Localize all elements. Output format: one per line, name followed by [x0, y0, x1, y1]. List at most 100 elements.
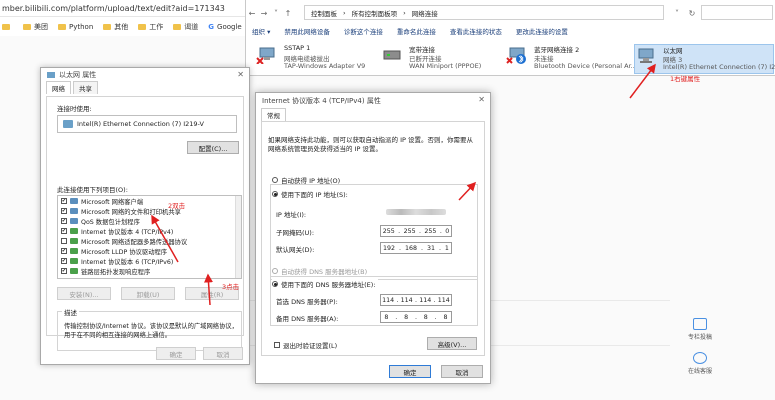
cancel-button[interactable]: 取消: [441, 365, 483, 378]
online-support-button[interactable]: 在线客服: [670, 352, 730, 375]
validate-checkbox[interactable]: 退出时验证设置(L): [274, 340, 337, 350]
bookmark-item[interactable]: [2, 23, 13, 30]
tab-strip: 网络 共享: [41, 81, 249, 94]
manual-dns-radio[interactable]: 使用下面的 DNS 服务器地址(E):: [272, 279, 378, 289]
checkbox-checked[interactable]: ✔: [61, 208, 67, 214]
forward-icon[interactable]: →: [258, 9, 270, 18]
connection-item[interactable]: 蓝牙网络连接 2 未连接 Bluetooth Device (Personal …: [506, 44, 637, 74]
configure-button[interactable]: 配置(C)...: [187, 141, 239, 154]
annotation-click: 3点击: [222, 283, 240, 291]
list-item[interactable]: ✔ Internet 协议版本 6 (TCP/IPv6): [58, 256, 241, 266]
bookmark-item[interactable]: 工作: [138, 22, 163, 32]
list-item[interactable]: ✔ Microsoft 网络客户端: [58, 196, 241, 206]
radio-unselected[interactable]: [272, 268, 278, 274]
support-icon: [693, 352, 707, 364]
refresh-icon[interactable]: ↻: [686, 9, 698, 18]
breadcrumb-item[interactable]: 网络连接: [412, 8, 438, 18]
search-input[interactable]: [701, 5, 773, 20]
connection-item-ethernet[interactable]: 以太网 网络 3 Intel(R) Ethernet Connection (7…: [634, 44, 775, 74]
advanced-button[interactable]: 高级(V)...: [427, 337, 477, 350]
folder-icon: [138, 23, 147, 30]
subnet-mask-field[interactable]: 255. 255. 255. 0: [380, 225, 452, 237]
breadcrumb[interactable]: 控制面板 › 所有控制面板项 › 网络连接: [304, 5, 664, 20]
subnet-mask-label: 子网掩码(U):: [276, 229, 315, 237]
list-item[interactable]: ✔ Microsoft 网络的文件和打印机共享: [58, 206, 241, 216]
right-panel: 专栏投稿 在线客服: [670, 300, 730, 390]
preferred-dns-field[interactable]: 114. 114. 114. 114: [380, 294, 452, 306]
list-item[interactable]: ✔ Microsoft LLDP 协议驱动程序: [58, 246, 241, 256]
connection-item[interactable]: 宽带连接 已断开连接 WAN Miniport (PPPOE): [381, 44, 501, 74]
rename-button[interactable]: 重命名此连接: [397, 26, 436, 38]
toolbar: 组织 ▾ 禁用此网络设备 诊断这个连接 重命名此连接 查看此连接的状态 更改此连…: [246, 26, 775, 38]
back-icon[interactable]: ←: [246, 9, 258, 18]
checkbox-checked[interactable]: ✔: [61, 218, 67, 224]
tab-general[interactable]: 常规: [261, 108, 286, 121]
checkbox-checked[interactable]: ✔: [61, 198, 67, 204]
close-icon[interactable]: ✕: [237, 70, 244, 79]
checkbox-unchecked[interactable]: [61, 238, 67, 244]
disable-device-button[interactable]: 禁用此网络设备: [284, 26, 330, 38]
checkbox-checked[interactable]: ✔: [61, 258, 67, 264]
list-item[interactable]: ✔ QoS 数据包计划程序: [58, 216, 241, 226]
chevron-down-icon[interactable]: ˅: [270, 9, 282, 18]
breadcrumb-item[interactable]: 控制面板: [311, 8, 337, 18]
folder-icon: [103, 23, 112, 30]
checkbox-checked[interactable]: ✔: [61, 228, 67, 234]
ip-address-field[interactable]: [380, 206, 452, 218]
list-item[interactable]: ✔ 链路层拓扑发现响应程序: [58, 266, 241, 276]
cancel-button[interactable]: 取消: [203, 347, 243, 360]
checkbox-checked[interactable]: ✔: [61, 268, 67, 274]
bookmark-item[interactable]: 谒道: [173, 22, 198, 32]
gateway-label: 默认网关(D):: [276, 246, 315, 254]
bookmark-item[interactable]: 美团: [23, 22, 48, 32]
organize-menu[interactable]: 组织 ▾: [252, 26, 270, 38]
up-icon[interactable]: ↑: [282, 9, 294, 18]
list-scrollbar[interactable]: [235, 196, 241, 278]
radio-unselected[interactable]: [272, 177, 278, 183]
diagnose-button[interactable]: 诊断这个连接: [344, 26, 383, 38]
nav-row: ← → ˅ ↑ 控制面板 › 所有控制面板项 › 网络连接 ˅ ↻: [246, 4, 775, 22]
description-group: 描述 传输控制协议/Internet 协议。该协议是默认的广域网络协议，用于在不…: [57, 307, 242, 351]
view-status-button[interactable]: 查看此连接的状态: [450, 26, 502, 38]
list-item-ipv4[interactable]: ✔ Internet 协议版本 4 (TCP/IPv4): [58, 226, 241, 236]
install-button[interactable]: 安装(N)...: [57, 287, 111, 300]
bluetooth-icon: [506, 47, 526, 64]
document-icon: [693, 318, 707, 330]
checkbox-checked[interactable]: ✔: [61, 248, 67, 254]
bookmark-item[interactable]: 其他: [103, 22, 128, 32]
breadcrumb-item[interactable]: 所有控制面板项: [352, 8, 398, 18]
change-settings-button[interactable]: 更改此连接的设置: [516, 26, 568, 38]
annotation-double-click: 2双击: [168, 202, 186, 210]
column-post-button[interactable]: 专栏投稿: [670, 318, 730, 341]
bookmark-item[interactable]: Python: [58, 23, 93, 31]
browser-url[interactable]: mber.bilibili.com/platform/upload/text/e…: [2, 4, 225, 13]
dialog-titlebar: 以太网 属性: [41, 68, 249, 82]
modem-icon: [383, 50, 401, 60]
ok-button[interactable]: 确定: [156, 347, 196, 360]
alternate-dns-field[interactable]: 8.8.8.8: [380, 311, 452, 323]
folder-icon: [173, 23, 182, 30]
connection-item[interactable]: SSTAP 1 网络电缆被拔出 TAP-Windows Adapter V9: [256, 44, 376, 74]
manual-ip-radio[interactable]: 使用下面的 IP 地址(S):: [272, 189, 350, 199]
tab-sharing[interactable]: 共享: [73, 81, 98, 94]
close-icon[interactable]: ✕: [478, 95, 485, 104]
ip-address-label: IP 地址(I):: [276, 211, 307, 219]
bookmark-item[interactable]: G Google: [208, 23, 241, 31]
auto-dns-radio[interactable]: 自动获得 DNS 服务器地址(B): [272, 266, 367, 276]
chevron-down-icon[interactable]: ˅: [671, 9, 683, 18]
list-item[interactable]: Microsoft 网络适配器多路传送器协议: [58, 236, 241, 246]
tab-strip: 常规: [256, 108, 490, 121]
radio-selected[interactable]: [272, 191, 278, 197]
ok-button[interactable]: 确定: [389, 365, 431, 378]
ipv4-properties-dialog: Internet 协议版本 4 (TCP/IPv4) 属性 ✕ 常规 如果网络支…: [255, 92, 491, 384]
uninstall-button[interactable]: 卸载(U): [121, 287, 175, 300]
annotation-right-click: 1右键属性: [670, 75, 701, 83]
ethernet-properties-dialog: 以太网 属性 ✕ 网络 共享 连接时使用: Intel(R) Ethernet …: [40, 67, 250, 365]
radio-selected[interactable]: [272, 281, 278, 287]
tab-network[interactable]: 网络: [46, 81, 71, 94]
general-tab-pane: 如果网络支持此功能，则可以获取自动指派的 IP 设置。否则，你需要从网络系统管理…: [261, 121, 485, 356]
items-label: 此连接使用下列项目(O):: [57, 186, 128, 194]
checkbox-unchecked[interactable]: [274, 342, 280, 348]
gateway-field[interactable]: 192. 168. 31. 1: [380, 242, 452, 254]
folder-icon: [58, 23, 66, 30]
